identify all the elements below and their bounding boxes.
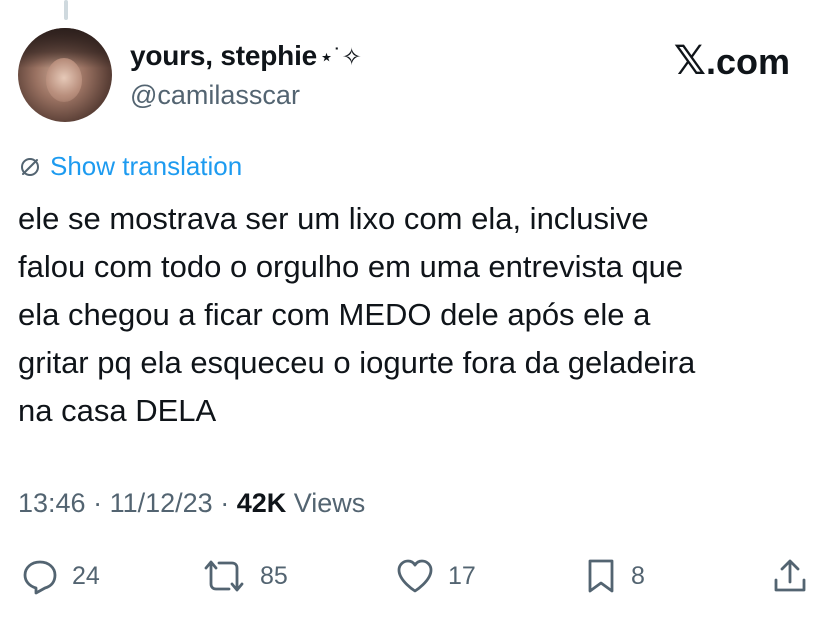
action-bar: 24 85 17 8 [0,556,828,600]
like-button[interactable]: 17 [394,556,476,596]
share-icon [774,559,806,592]
display-name-text: yours, stephie [130,40,318,71]
views-label: Views [293,488,366,518]
avatar-face [46,58,82,102]
bookmark-count: 8 [631,561,645,590]
reply-count: 24 [72,561,100,590]
translate-icon [21,157,39,176]
bookmark-button[interactable]: 8 [583,556,645,596]
views-count: 42K [236,488,287,518]
avatar[interactable] [18,28,112,122]
user-handle[interactable]: @camilasscar [130,80,300,111]
repost-button[interactable]: 85 [200,556,288,596]
like-count: 17 [448,561,476,590]
display-name[interactable]: yours, stephie⋆˙✧ [130,40,362,72]
show-translation-label: Show translation [50,151,243,181]
meta-separator: · [85,488,110,518]
brand-suffix: .com [705,41,790,82]
x-logo-icon: 𝕏 [673,39,706,83]
reply-icon [23,560,57,595]
repost-count: 85 [260,561,288,590]
tweet-time[interactable]: 13:46 [18,488,86,518]
repost-icon [204,560,244,592]
tweet-meta: 13:46 · 11/12/23 · 42K Views [18,488,365,519]
name-decoration: ⋆˙✧ [319,44,362,71]
bookmark-icon [588,559,614,593]
tweet-date[interactable]: 11/12/23 [110,488,213,518]
thread-connector-line [64,0,68,20]
heart-icon [397,559,433,593]
x-com-watermark: 𝕏.com [674,38,790,84]
show-translation-link[interactable]: Show translation [18,151,242,182]
meta-separator: · [212,488,237,518]
tweet-text: ele se mostrava ser um lixo com ela, inc… [18,201,696,428]
reply-button[interactable]: 24 [20,556,100,596]
share-button[interactable] [770,556,810,596]
